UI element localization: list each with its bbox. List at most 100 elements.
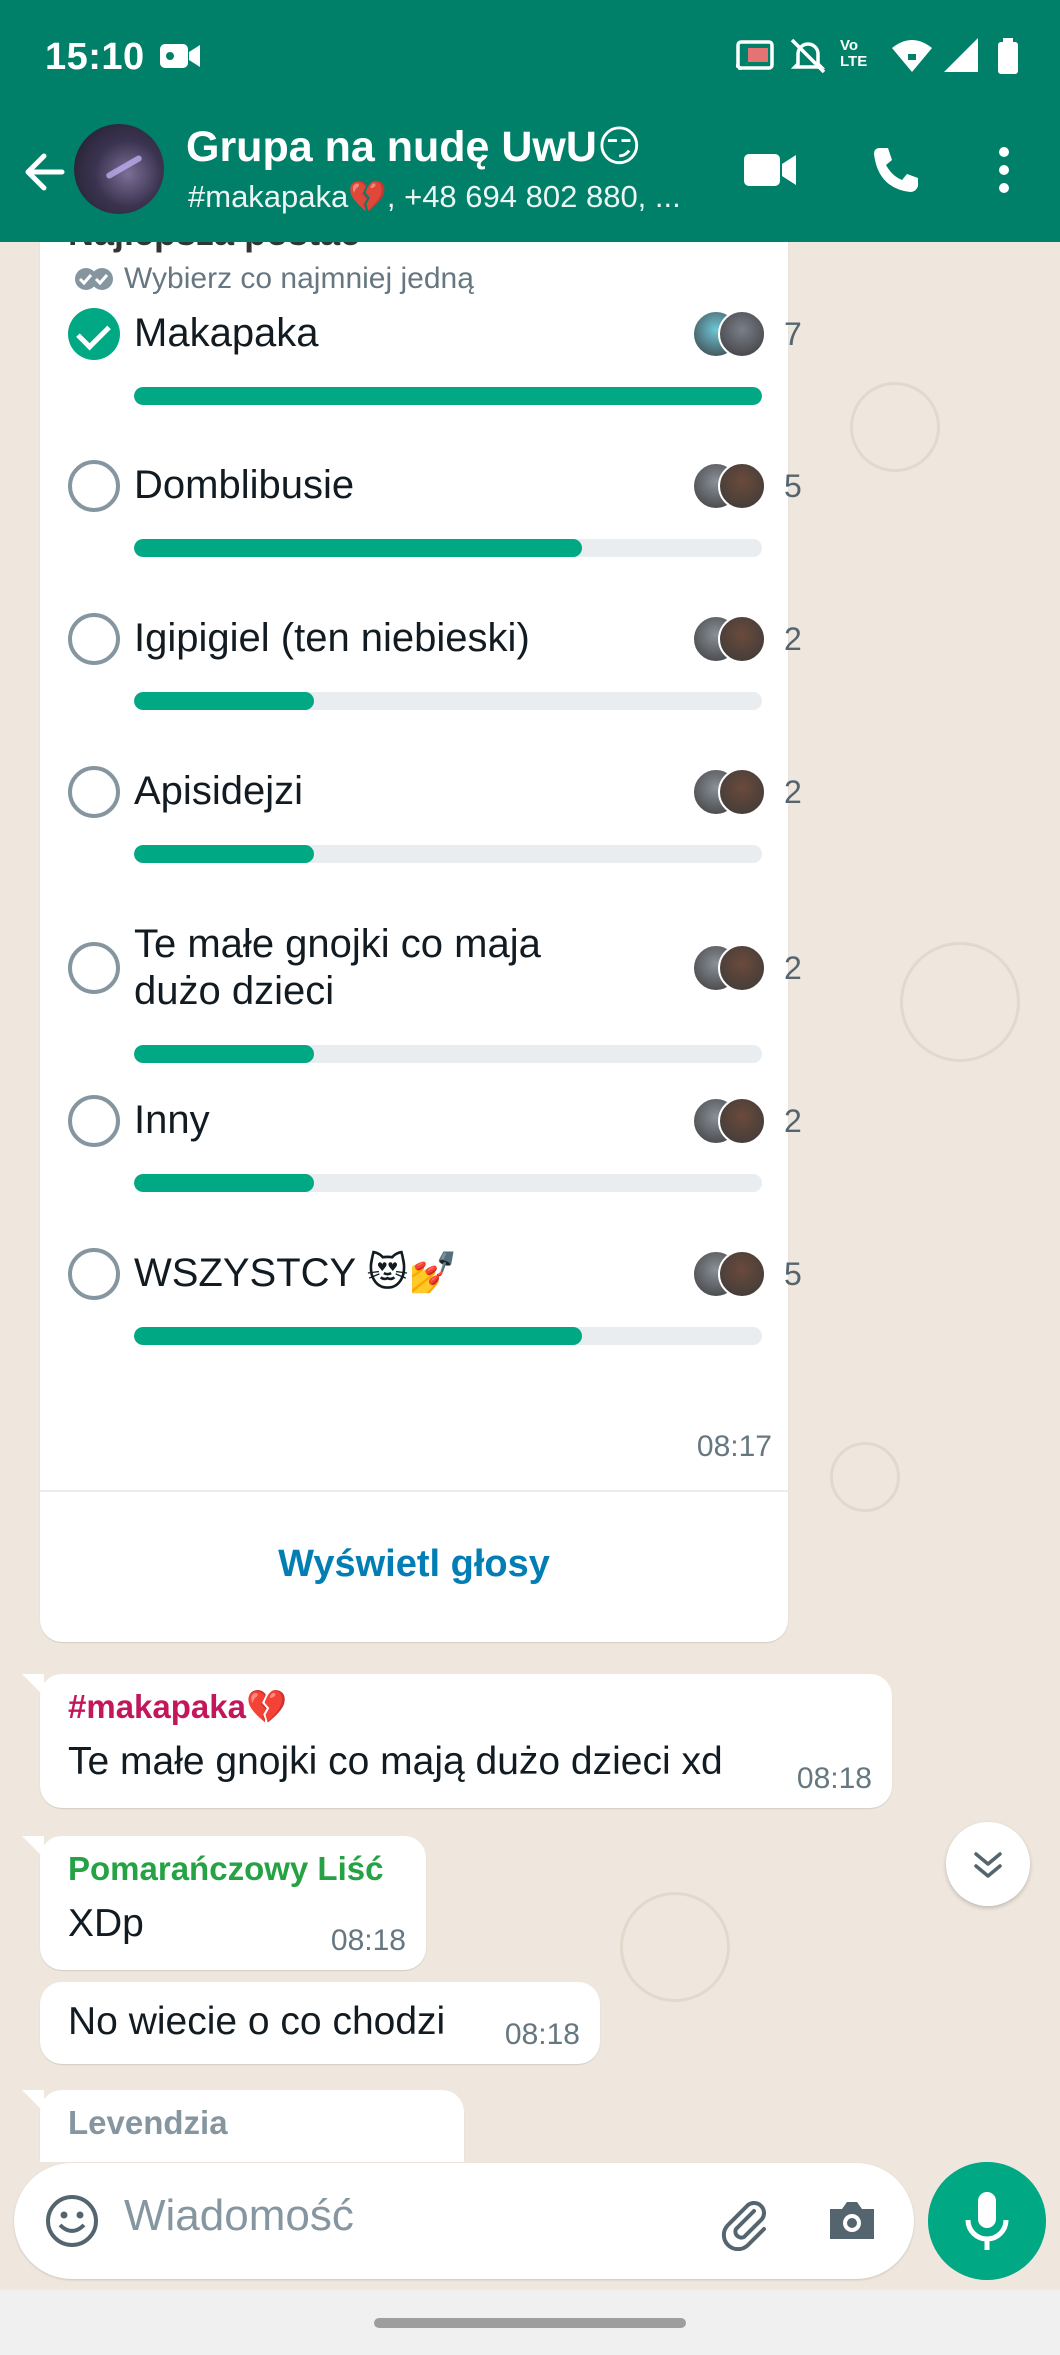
signal-icon — [944, 38, 978, 72]
poll-option-progress-fill — [134, 1045, 314, 1063]
more-options-icon[interactable] — [974, 140, 1034, 200]
poll-option-vote-count: 5 — [784, 1255, 802, 1292]
video-call-icon[interactable] — [740, 140, 800, 200]
poll-voter-avatars[interactable] — [692, 461, 778, 512]
status-bar: 15:10 Vo LTE — [0, 0, 1060, 112]
poll-option-radio[interactable] — [68, 765, 120, 818]
battery-icon — [998, 38, 1018, 74]
poll-option[interactable]: WSZYSTCY 😻💅 5 — [64, 1247, 802, 1377]
group-title[interactable]: Grupa na nudę UwU😏 — [186, 122, 642, 172]
chat-area[interactable]: Najlepsza postać Wybierz co najmniej jed… — [0, 242, 1060, 2162]
voter-avatar — [718, 1096, 766, 1145]
video-recording-icon — [160, 44, 200, 68]
divider — [40, 1490, 788, 1492]
poll-option-label: Igipigiel (ten niebieski) — [134, 616, 530, 660]
poll-voter-avatars[interactable] — [692, 1249, 778, 1300]
poll-option[interactable]: Te małe gnojki co maja dużo dzieci 2 — [64, 921, 802, 1095]
chat-header: 15:10 Vo LTE Grupa na nudę UwU😏 #makapak… — [0, 0, 1060, 242]
poll-option-vote-count: 2 — [784, 1102, 802, 1139]
poll-option-label: Inny — [134, 1098, 210, 1142]
poll-option-progress-bar — [134, 387, 762, 405]
message-sender[interactable]: #makapaka💔 — [68, 1688, 287, 1727]
poll-option-radio[interactable] — [68, 1094, 120, 1147]
attach-icon[interactable] — [714, 2191, 774, 2251]
poll-option-label: Domblibusie — [134, 463, 355, 507]
poll-option-progress-fill — [134, 692, 314, 710]
voter-avatar — [718, 461, 766, 510]
message-time: 08:18 — [796, 1762, 872, 1795]
poll-option-progress-bar — [134, 692, 762, 710]
poll-option-progress-bar — [134, 1327, 762, 1345]
poll-option[interactable]: Makapaka 7 — [64, 307, 802, 437]
emoji-icon[interactable] — [42, 2191, 102, 2251]
poll-voter-avatars[interactable] — [692, 1096, 778, 1147]
volte-icon: Vo LTE — [840, 37, 868, 70]
poll-option-radio[interactable] — [68, 942, 120, 994]
poll-option-radio[interactable] — [68, 459, 120, 512]
poll-voter-avatars[interactable] — [692, 767, 778, 818]
poll-option-label: WSZYSTCY 😻💅 — [134, 1251, 459, 1295]
message-text: Te małe gnojki co mają dużo dzieci xd — [68, 1740, 723, 1783]
message-bubble[interactable]: No wiecie o co chodzi 08:18 — [40, 1982, 600, 2064]
poll-option-label: Makapaka — [134, 311, 319, 355]
poll-option-vote-count: 2 — [784, 950, 802, 986]
home-gesture-handle[interactable] — [374, 2318, 686, 2328]
message-text: No wiecie o co chodzi — [68, 2000, 446, 2043]
message-sender[interactable]: Levendzia — [68, 2104, 228, 2142]
message-time: 08:18 — [330, 1924, 406, 1957]
group-participants[interactable]: #makapaka💔, +48 694 802 880, ... — [188, 178, 708, 215]
voter-avatar — [718, 614, 766, 663]
back-arrow-icon[interactable] — [18, 142, 70, 202]
message-bubble[interactable]: #makapaka💔 Te małe gnojki co mają dużo d… — [22, 1674, 892, 1808]
view-votes-button[interactable]: Wyświetl głosy — [40, 1494, 788, 1634]
poll-option-progress-fill — [134, 845, 314, 863]
poll-question: Najlepsza postać — [68, 242, 360, 254]
poll-option-progress-bar — [134, 845, 762, 863]
poll-option-progress-fill — [134, 1174, 314, 1192]
poll-option-progress-fill — [134, 539, 583, 557]
group-avatar[interactable] — [74, 124, 164, 214]
system-navigation-bar — [0, 2290, 1060, 2355]
poll-hint-text: Wybierz co najmniej jedną — [124, 262, 474, 295]
message-sender[interactable]: Pomarańczowy Liść — [68, 1850, 383, 1888]
camera-icon[interactable] — [822, 2191, 882, 2251]
poll-option[interactable]: Igipigiel (ten niebieski) 2 — [64, 612, 802, 742]
poll-option-radio[interactable] — [68, 612, 120, 665]
poll-option-progress-bar — [134, 1045, 762, 1063]
poll-option-progress-bar — [134, 1174, 762, 1192]
wallpaper-doodle — [830, 1442, 900, 1512]
poll-option-checked-icon[interactable] — [68, 307, 120, 360]
microphone-icon[interactable] — [928, 2162, 1046, 2280]
status-time: 15:10 — [45, 36, 145, 78]
wallpaper-doodle — [900, 942, 1020, 1062]
voter-avatar — [718, 767, 766, 816]
wallpaper-doodle — [620, 1892, 730, 2002]
message-bubble[interactable]: Pomarańczowy Liść XDp 08:18 — [22, 1836, 426, 1970]
poll-card: Najlepsza postać Wybierz co najmniej jed… — [40, 242, 802, 1642]
message-text: XDp — [68, 1902, 144, 1945]
poll-hint: Wybierz co najmniej jedną — [74, 262, 474, 296]
double-check-icon — [75, 268, 113, 290]
voter-avatar — [718, 309, 766, 358]
poll-option[interactable]: Apisidejzi 2 — [64, 765, 802, 895]
poll-voter-avatars[interactable] — [692, 614, 778, 665]
voter-avatar — [718, 1249, 766, 1298]
poll-option[interactable]: Domblibusie 5 — [64, 459, 802, 589]
message-bubble[interactable]: Levendzia — [22, 2090, 464, 2162]
poll-option-progress-fill — [134, 1327, 583, 1345]
scroll-to-bottom-icon[interactable] — [946, 1822, 1030, 1906]
message-composer[interactable]: Wiadomość — [14, 2163, 914, 2279]
wallpaper-doodle — [850, 382, 940, 472]
poll-option[interactable]: Inny 2 — [64, 1094, 802, 1224]
poll-option-radio[interactable] — [68, 1247, 120, 1300]
message-input[interactable]: Wiadomość — [124, 2191, 354, 2241]
voice-call-icon[interactable] — [866, 140, 926, 200]
poll-option-label: Apisidejzi — [134, 769, 303, 813]
poll-voter-avatars[interactable] — [692, 309, 778, 360]
voter-avatar — [718, 944, 766, 992]
poll-voter-avatars[interactable] — [692, 944, 778, 994]
poll-timestamp: 08:17 — [696, 1430, 772, 1463]
poll-option-label: Te małe gnojki co maja dużo dzieci — [134, 922, 541, 1013]
wifi-icon — [892, 40, 932, 72]
poll-option-vote-count: 2 — [784, 620, 802, 657]
